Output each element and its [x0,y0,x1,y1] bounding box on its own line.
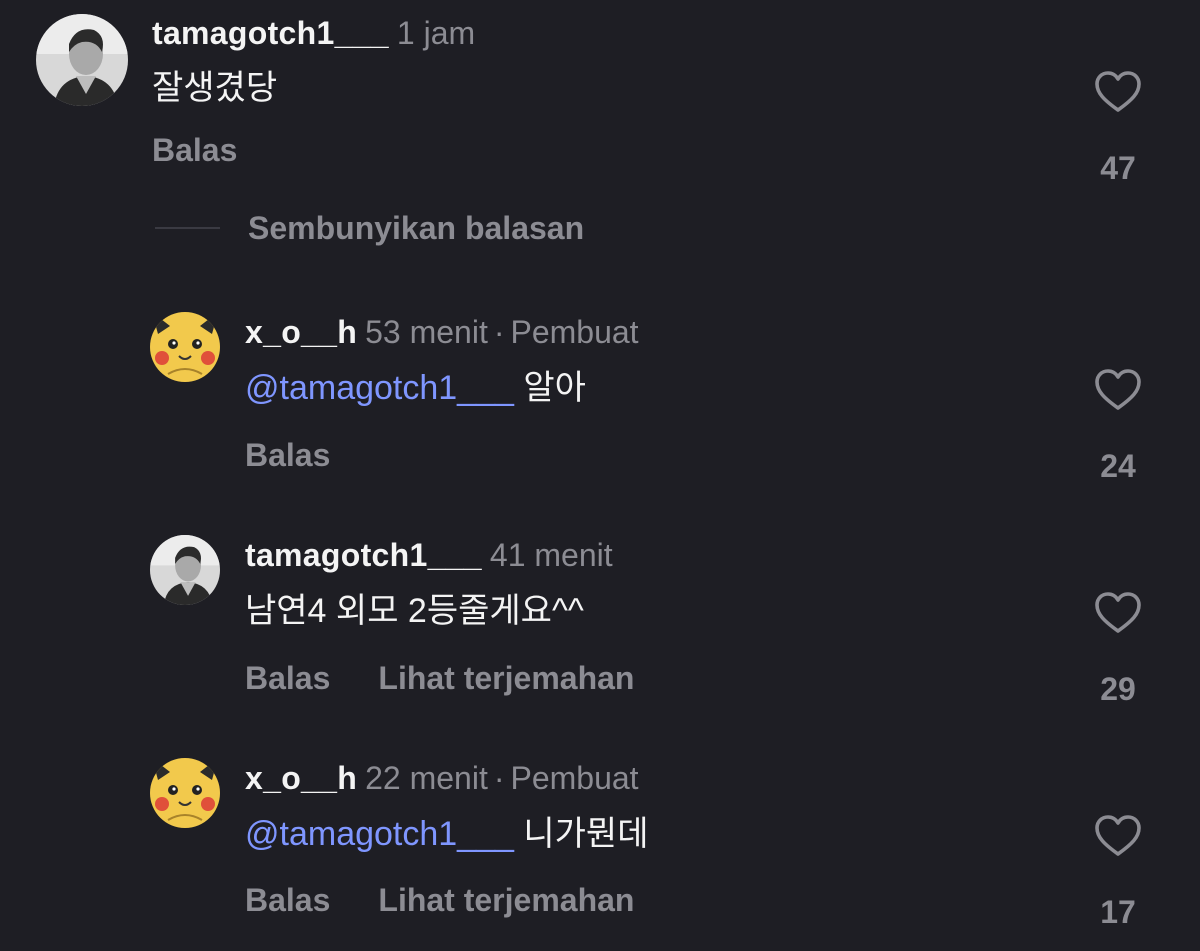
comment-text: @tamagotch1___ 알아 [245,366,586,410]
reply-button[interactable]: Balas [245,882,330,918]
reply-button[interactable]: Balas [245,437,330,473]
username[interactable]: x_o__h [245,314,357,350]
translate-button[interactable]: Lihat terjemahan [378,660,634,696]
comment-meta: tamagotch1___ 41 menit [245,535,613,575]
mention-link[interactable]: @tamagotch1___ [245,815,514,853]
timestamp: 41 menit [489,537,613,573]
avatar[interactable] [36,14,128,106]
like-button[interactable]: 29 [1088,591,1148,709]
avatar[interactable] [150,758,220,828]
avatar[interactable] [150,535,220,605]
like-count: 47 [1100,150,1136,186]
hide-replies-label: Sembunyikan balasan [248,209,585,246]
heart-outline-icon [1095,71,1141,112]
timestamp: 1 jam [396,15,476,51]
like-count: 29 [1100,671,1136,707]
comment-body: 알아 [523,369,586,407]
avatar[interactable] [150,312,220,382]
like-count: 17 [1100,894,1136,930]
like-count: 24 [1100,448,1136,484]
reply-button[interactable]: Balas [152,132,237,168]
mention-link[interactable]: @tamagotch1___ [245,369,514,407]
translate-button[interactable]: Lihat terjemahan [378,882,634,918]
heart-outline-icon [1095,815,1141,856]
heart-outline-icon [1095,592,1141,633]
hide-replies-toggle[interactable]: Sembunyikan balasan [155,206,584,250]
username[interactable]: tamagotch1___ [152,15,389,51]
comment-text: 잘생겼당 [152,66,277,110]
heart-outline-icon [1095,369,1141,410]
pikachu-avatar-icon [150,312,220,382]
person-photo-avatar-icon [36,14,128,106]
divider-line [155,227,220,229]
like-button[interactable]: 47 [1088,70,1148,188]
comment-text: @tamagotch1___ 니가뭔데 [245,812,649,856]
timestamp: 22 menit [365,760,488,796]
timestamp: 53 menit [365,314,488,350]
creator-tag: Pembuat [510,314,639,350]
comment-body: 잘생겼당 [152,69,278,107]
comment-body: 남연4 외모 2등줄게요^^ [245,592,584,630]
reply-button[interactable]: Balas [245,660,330,696]
creator-tag: Pembuat [510,760,639,796]
like-button[interactable]: 24 [1088,368,1148,486]
comment-actions: Balas Lihat terjemahan [245,880,634,920]
comment-text: 남연4 외모 2등줄게요^^ [245,589,584,633]
separator: · [493,314,505,350]
like-button[interactable]: 17 [1088,814,1148,932]
pikachu-avatar-icon [150,758,220,828]
comment-meta: x_o__h 53 menit · Pembuat [245,312,639,352]
comment-meta: tamagotch1___ 1 jam [152,13,475,53]
username[interactable]: tamagotch1___ [245,537,482,573]
comment-body: 니가뭔데 [523,815,649,853]
person-photo-avatar-icon [150,535,220,605]
comment-actions: Balas Lihat terjemahan [245,658,634,698]
comment-meta: x_o__h 22 menit · Pembuat [245,758,639,798]
username[interactable]: x_o__h [245,760,357,796]
comment-actions: Balas [152,130,237,170]
comment-actions: Balas [245,435,330,475]
separator: · [493,760,505,796]
